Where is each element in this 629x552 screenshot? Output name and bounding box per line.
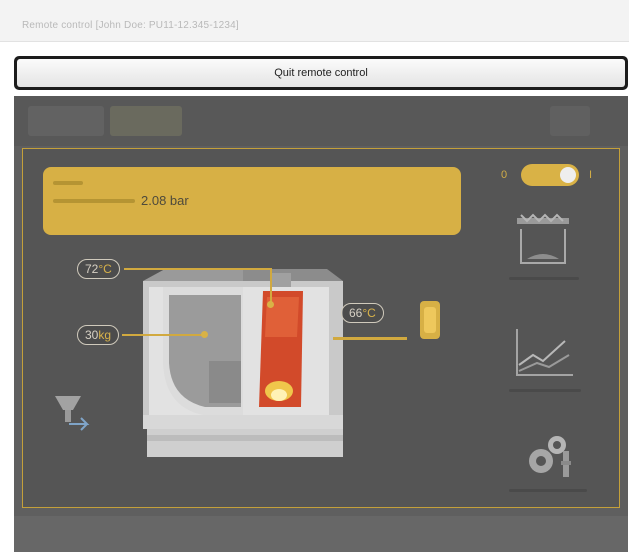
status-info-box: 2.08 bar [43, 167, 461, 235]
quit-remote-control-button[interactable]: Quit remote control [17, 59, 625, 87]
line-chart-icon[interactable] [513, 327, 575, 379]
window-title-bar: Remote control [John Doe: PU11-12.345-12… [0, 0, 629, 42]
quit-toolbar: Quit remote control [14, 56, 628, 90]
remote-screen: 2.08 bar 0 I 72°C 30kg 66°C [14, 96, 628, 552]
buffer-temp-value: 66 [349, 306, 363, 320]
chart-label-placeholder [509, 389, 581, 392]
hopper-output-icon [55, 396, 90, 431]
flue-temp-sensor-dot [267, 301, 274, 308]
flue-temp-connector-drop [270, 268, 272, 302]
pellet-sensor-dot [201, 331, 208, 338]
pellet-amount-display: 30kg [77, 325, 120, 345]
switch-on-label: I [589, 169, 593, 181]
flue-temp-connector [124, 268, 272, 270]
remote-screen-header [14, 96, 628, 146]
conveyor-icon[interactable] [513, 211, 573, 269]
boiler-illustration [143, 269, 343, 457]
flue-temp-display: 72°C [77, 259, 120, 279]
boiler-overview-panel: 2.08 bar 0 I 72°C 30kg 66°C [22, 148, 620, 508]
switch-off-label: 0 [501, 169, 508, 181]
conveyor-label-placeholder [509, 277, 579, 280]
power-toggle[interactable] [521, 164, 579, 186]
settings-label-placeholder [509, 489, 587, 492]
pellet-amount-unit: kg [98, 328, 112, 342]
buffer-temp-unit: °C [362, 306, 376, 320]
screen-tab-1[interactable] [28, 106, 104, 136]
gears-settings-icon[interactable] [523, 427, 573, 479]
pressure-value: 2.08 bar [141, 193, 189, 208]
status-label-placeholder [53, 181, 83, 185]
flue-temp-value: 72 [85, 262, 99, 276]
pellet-amount-value: 30 [85, 328, 99, 342]
window-title: Remote control [John Doe: PU11-12.345-12… [22, 20, 239, 31]
remote-screen-footer [14, 516, 628, 552]
flue-temp-unit: °C [98, 262, 112, 276]
pressure-label-placeholder [53, 199, 135, 203]
pellet-connector [122, 334, 202, 336]
buffer-temp-display: 66°C [341, 303, 384, 323]
screen-tab-2[interactable] [110, 106, 182, 136]
buffer-pipe [333, 337, 407, 340]
buffer-tank-icon [420, 301, 440, 339]
screen-tab-3[interactable] [550, 106, 590, 136]
power-toggle-knob [560, 167, 576, 183]
